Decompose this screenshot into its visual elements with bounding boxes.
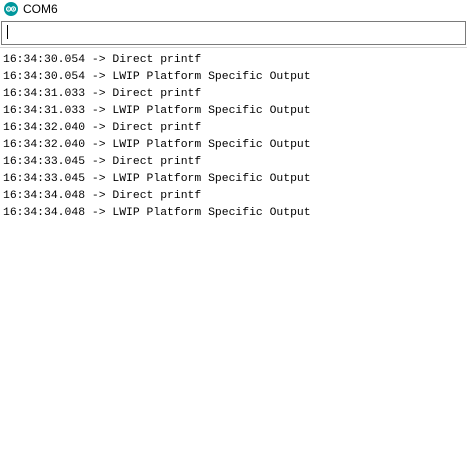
serial-output-area[interactable]: 16:34:30.054 -> Direct printf 16:34:30.05… [0, 48, 467, 457]
arduino-infinity-icon [4, 1, 18, 16]
serial-monitor-window: COM6 16:34:30.054 -> Direct printf 16:34:… [0, 0, 467, 457]
output-line: 16:34:34.048 -> Direct printf [3, 190, 202, 202]
output-line: 16:34:34.048 -> LWIP Platform Specific O… [3, 207, 311, 219]
text-caret [7, 25, 8, 39]
send-input-row [0, 19, 467, 45]
title-bar[interactable]: COM6 [0, 0, 467, 17]
output-line: 16:34:31.033 -> Direct printf [3, 88, 202, 100]
window-title: COM6 [23, 1, 58, 16]
output-line: 16:34:32.040 -> Direct printf [3, 122, 202, 134]
output-line: 16:34:32.040 -> LWIP Platform Specific O… [3, 139, 311, 151]
output-line: 16:34:30.054 -> Direct printf [3, 54, 202, 66]
output-line: 16:34:33.045 -> Direct printf [3, 156, 202, 168]
serial-send-input[interactable] [1, 21, 466, 45]
output-line: 16:34:30.054 -> LWIP Platform Specific O… [3, 71, 311, 83]
output-line: 16:34:33.045 -> LWIP Platform Specific O… [3, 173, 311, 185]
output-line: 16:34:31.033 -> LWIP Platform Specific O… [3, 105, 311, 117]
